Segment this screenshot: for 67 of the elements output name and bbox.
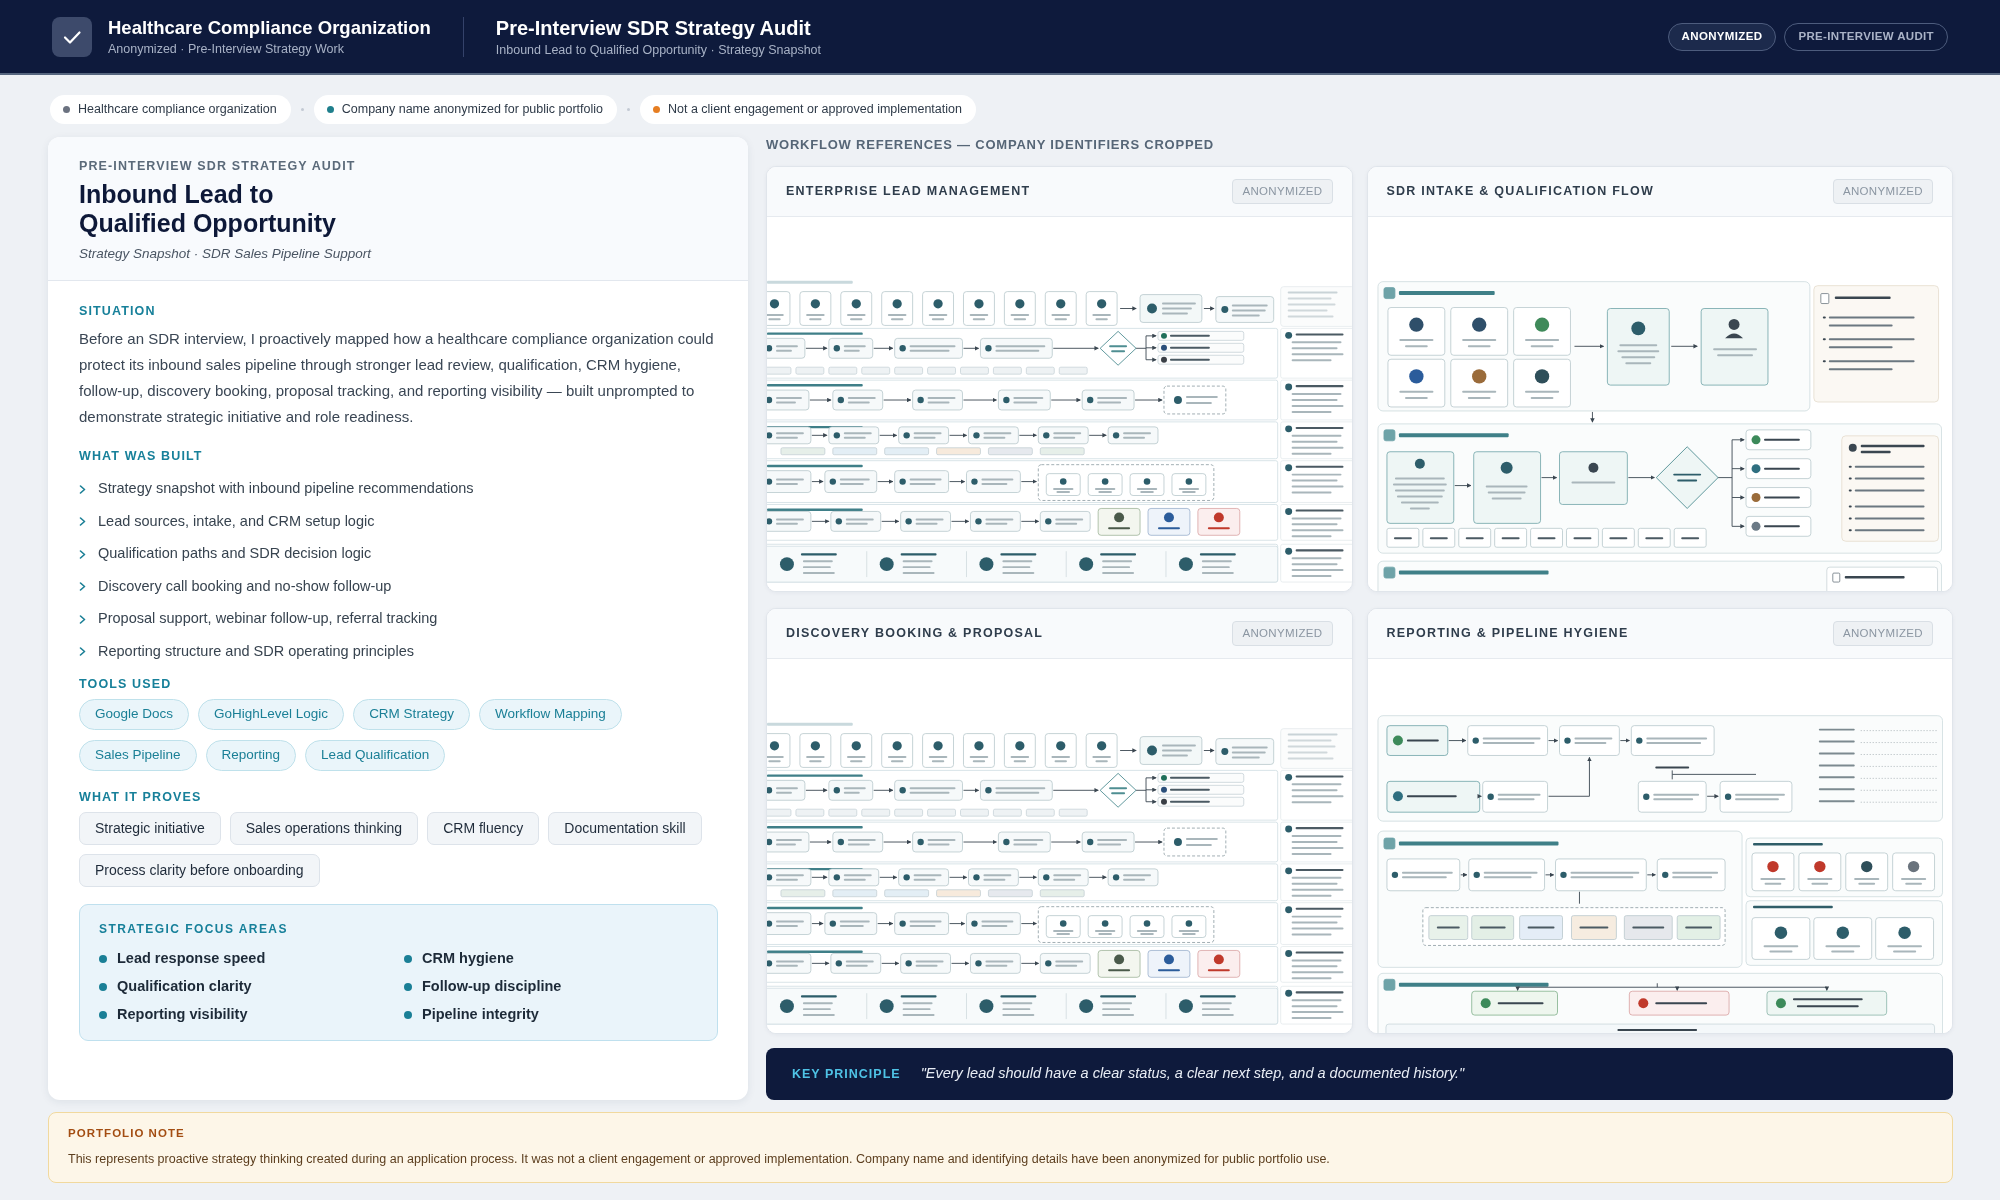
focus-item-text: Lead response speed [117,949,266,969]
section-heading: WORKFLOW REFERENCES — COMPANY IDENTIFIERS CROPPED [766,137,1215,153]
key-principle-quote: "Every lead should have a clear status, a clear next step, and a documented history." [920,1064,1465,1084]
bullet-dot-icon [404,1011,412,1019]
page-title: Pre-Interview SDR Strategy Audit [495,15,812,40]
chevron-icon [79,647,86,657]
anonymized-badge: ANONYMIZED [1232,178,1333,205]
eyebrow-label: PRE-INTERVIEW SDR STRATEGY AUDIT [79,158,357,174]
bullet-dot-icon [99,955,107,963]
card-title: DISCOVERY BOOKING & PROPOSAL [786,625,1044,643]
page-subtitle: Inbound Lead to Qualified Opportunity · Strategy Snapshot [495,41,822,58]
check-icon [52,16,92,57]
portfolio-note-text: This represents proactive strategy thinking created during an application process. It was not a client engagement or approved implementation. Company name and identifying details have been anonymized for public portfolio use. [68,1151,1331,1168]
tool-tag: Google Docs [79,699,190,730]
strength-tag: Sales operations thinking [229,812,419,845]
chevron-icon [79,484,86,494]
org-subtitle: Anonymized · Pre-Interview Strategy Work [108,40,345,57]
bullet-dot-icon [404,983,412,991]
summary-title: Inbound Lead to Qualified Opportunity [79,180,337,238]
bullet-dot-icon [99,983,107,991]
built-item-text: Qualification paths and SDR decision logic [98,544,372,564]
card-title: SDR INTAKE & QUALIFICATION FLOW [1386,183,1654,201]
summary-subtitle: Strategy Snapshot · SDR Sales Pipeline Support [79,245,373,263]
org-title: Healthcare Compliance Organization [108,16,431,39]
chevron-icon [79,517,86,527]
tool-tag: GoHighLevel Logic [198,699,345,730]
focus-areas-heading: STRATEGIC FOCUS AREAS [99,921,289,937]
tool-tag: CRM Strategy [353,699,470,730]
section-heading: WHAT WAS BUILT [79,448,204,464]
built-item-text: Discovery call booking and no-show follow-up [98,576,392,596]
tool-tag: Lead Qualification [305,740,446,771]
bullet-dot-icon [404,955,412,963]
built-item-text: Reporting structure and SDR operating principles [98,641,414,661]
focus-item-text: Qualification clarity [117,977,252,997]
chevron-icon [79,614,86,624]
chevron-icon [79,549,86,559]
anonymized-badge: ANONYMIZED [1232,620,1333,647]
tool-tag: Reporting [205,740,297,771]
strength-tag: Documentation skill [548,812,702,845]
built-item-text: Proposal support, webinar follow-up, referral tracking [98,609,438,629]
built-item-text: Strategy snapshot with inbound pipeline recommendations [98,479,474,499]
focus-item-text: Pipeline integrity [422,1005,539,1025]
focus-item-text: CRM hygiene [422,949,514,969]
portfolio-note-label: PORTFOLIO NOTE [68,1126,186,1141]
focus-item-text: Follow-up discipline [422,977,562,997]
bullet-dot-icon [99,1011,107,1019]
section-heading: TOOLS USED [79,676,173,692]
built-item-text: Lead sources, intake, and CRM setup logic [98,511,375,531]
status-badge: ANONYMIZED [1667,22,1777,51]
notice-text: Healthcare compliance organization [78,101,277,119]
strength-tag: CRM fluency [427,812,540,845]
anonymized-badge: ANONYMIZED [1832,620,1933,647]
focus-item-text: Reporting visibility [117,1005,248,1025]
tool-tag: Workflow Mapping [478,699,622,730]
section-heading: SITUATION [79,303,157,319]
tool-tag: Sales Pipeline [79,740,197,771]
card-title: REPORTING & PIPELINE HYGIENE [1386,625,1629,643]
section-heading: WHAT IT PROVES [79,789,203,805]
chevron-icon [79,582,86,592]
strength-tag: Strategic initiative [79,812,221,845]
key-principle-label: KEY PRINCIPLE [792,1065,901,1083]
card-title: ENTERPRISE LEAD MANAGEMENT [786,183,1031,201]
anonymized-badge: ANONYMIZED [1832,178,1933,205]
notice-text: Company name anonymized for public portfolio [341,101,603,119]
notice-text: Not a client engagement or approved implementation [668,101,962,119]
situation-text: Before an SDR interview, I proactively mapped how a healthcare compliance organization could protect its inbound sales pipeline through stronger lead review, qualification, CRM hygiene, follow-up, discovery booking, proposal tracking, and reporting visibility — built unprompted to demonstrate strategic initiative and role readiness. [79,329,715,427]
strength-tag: Process clarity before onboarding [79,854,320,887]
